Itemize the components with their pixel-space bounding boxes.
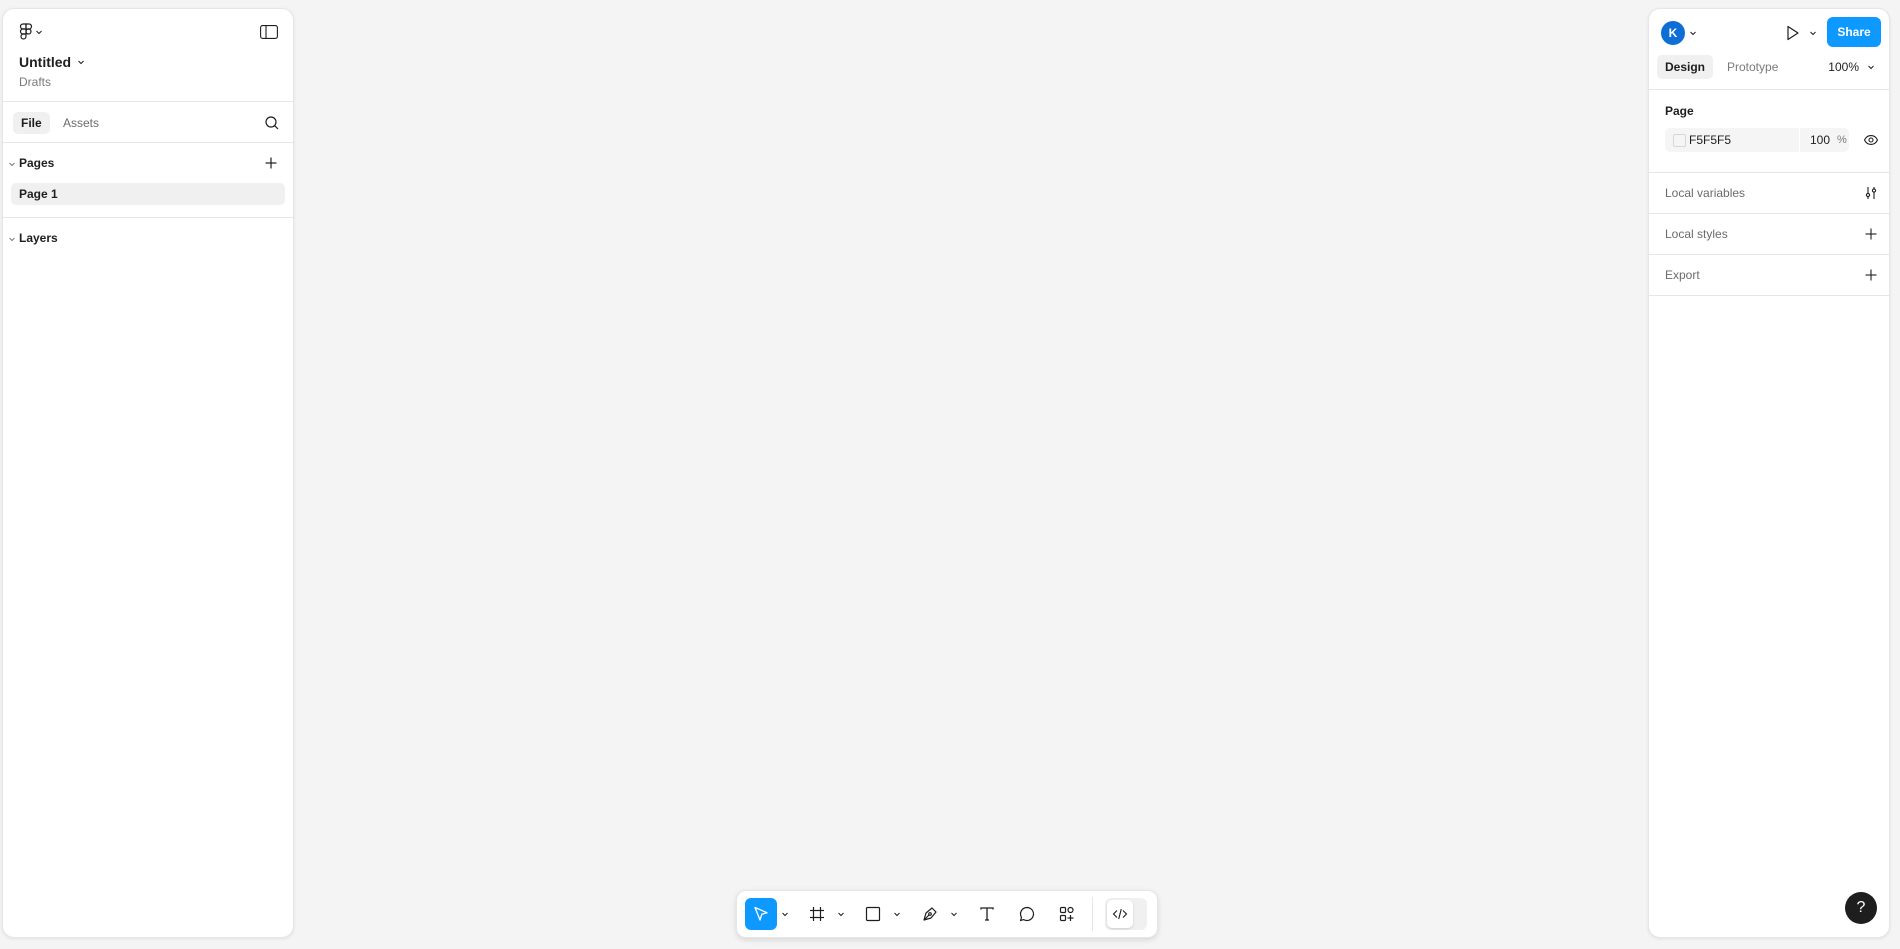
layers-header: Layers — [3, 218, 293, 258]
page-item[interactable]: Page 1 — [11, 183, 285, 205]
help-button[interactable]: ? — [1845, 892, 1877, 924]
chevron-down-icon — [77, 58, 85, 66]
present-play-icon[interactable] — [1782, 23, 1802, 43]
pen-icon — [921, 905, 939, 923]
file-location[interactable]: Drafts — [19, 75, 51, 89]
chevron-down-icon — [35, 28, 43, 36]
text-icon — [978, 905, 996, 923]
text-tool[interactable] — [971, 898, 1003, 930]
plus-icon[interactable] — [1863, 267, 1879, 283]
chevron-down-icon[interactable] — [8, 160, 16, 168]
left-sidebar: Untitled Drafts File Assets Pages Page 1… — [2, 8, 294, 938]
page-properties: Page F5F5F5 100 % — [1649, 90, 1889, 173]
tab-prototype[interactable]: Prototype — [1719, 55, 1786, 79]
chevron-down-icon[interactable] — [781, 910, 789, 918]
code-icon — [1107, 900, 1133, 928]
file-name: Untitled — [19, 54, 72, 70]
eye-icon[interactable] — [1863, 132, 1879, 148]
comment-icon — [1018, 905, 1036, 923]
chevron-down-icon[interactable] — [8, 235, 16, 243]
local-variables-label: Local variables — [1665, 186, 1746, 200]
local-styles-label: Local styles — [1665, 227, 1728, 241]
export-label: Export — [1665, 268, 1700, 282]
chevron-down-icon[interactable] — [893, 910, 901, 918]
chevron-down-icon[interactable] — [837, 910, 845, 918]
file-name-button[interactable]: Untitled — [19, 54, 85, 70]
zoom-value: 100% — [1828, 60, 1859, 74]
avatar[interactable]: K — [1661, 21, 1685, 45]
chevron-down-icon[interactable] — [1809, 29, 1817, 37]
tab-file[interactable]: File — [13, 112, 50, 134]
fill-opacity-input[interactable]: 100 — [1799, 128, 1830, 152]
figma-logo-icon — [19, 23, 33, 41]
dev-mode-toggle[interactable] — [1105, 898, 1147, 930]
pages-header: Pages — [3, 143, 293, 183]
page-section-title: Page — [1665, 104, 1694, 118]
right-sidebar: K Share Design Prototype 100% Page F5F5F… — [1648, 8, 1890, 938]
chevron-down-icon — [1867, 63, 1875, 71]
zoom-dropdown[interactable]: 100% — [1828, 55, 1875, 79]
chevron-down-icon[interactable] — [1689, 29, 1697, 37]
chevron-down-icon[interactable] — [950, 910, 958, 918]
actions-tool[interactable] — [1051, 898, 1083, 930]
main-menu-button[interactable] — [19, 23, 43, 41]
opacity-unit: % — [1837, 134, 1847, 146]
left-tabs: File Assets — [3, 102, 293, 143]
right-header: K Share — [1649, 9, 1889, 49]
frame-tool[interactable] — [801, 898, 833, 930]
cursor-icon — [752, 905, 770, 923]
layers-title[interactable]: Layers — [19, 231, 58, 245]
sidebar-toggle-icon[interactable] — [259, 23, 279, 41]
export-row: Export — [1649, 255, 1889, 296]
add-page-icon[interactable] — [263, 155, 279, 171]
bottom-toolbar — [736, 890, 1158, 938]
pen-tool[interactable] — [914, 898, 946, 930]
shape-tool[interactable] — [857, 898, 889, 930]
frame-icon — [808, 905, 826, 923]
actions-icon — [1058, 905, 1076, 923]
move-tool[interactable] — [745, 898, 777, 930]
right-tabs: Design Prototype 100% — [1649, 49, 1889, 90]
local-styles-row: Local styles — [1649, 214, 1889, 255]
local-variables-row: Local variables — [1649, 173, 1889, 214]
toolbar-divider — [1092, 897, 1093, 931]
variables-icon[interactable] — [1863, 185, 1879, 201]
fill-hex-input[interactable]: F5F5F5 — [1689, 128, 1731, 152]
pages-title[interactable]: Pages — [19, 156, 54, 170]
share-button[interactable]: Share — [1827, 17, 1881, 47]
page-fill-row: F5F5F5 100 % — [1665, 128, 1849, 152]
color-swatch[interactable] — [1673, 134, 1686, 147]
plus-icon[interactable] — [1863, 226, 1879, 242]
tab-design[interactable]: Design — [1657, 55, 1714, 79]
file-header: Untitled Drafts — [3, 9, 293, 102]
comment-tool[interactable] — [1011, 898, 1043, 930]
search-icon[interactable] — [263, 114, 281, 132]
rectangle-icon — [864, 905, 882, 923]
tab-assets[interactable]: Assets — [55, 112, 107, 134]
